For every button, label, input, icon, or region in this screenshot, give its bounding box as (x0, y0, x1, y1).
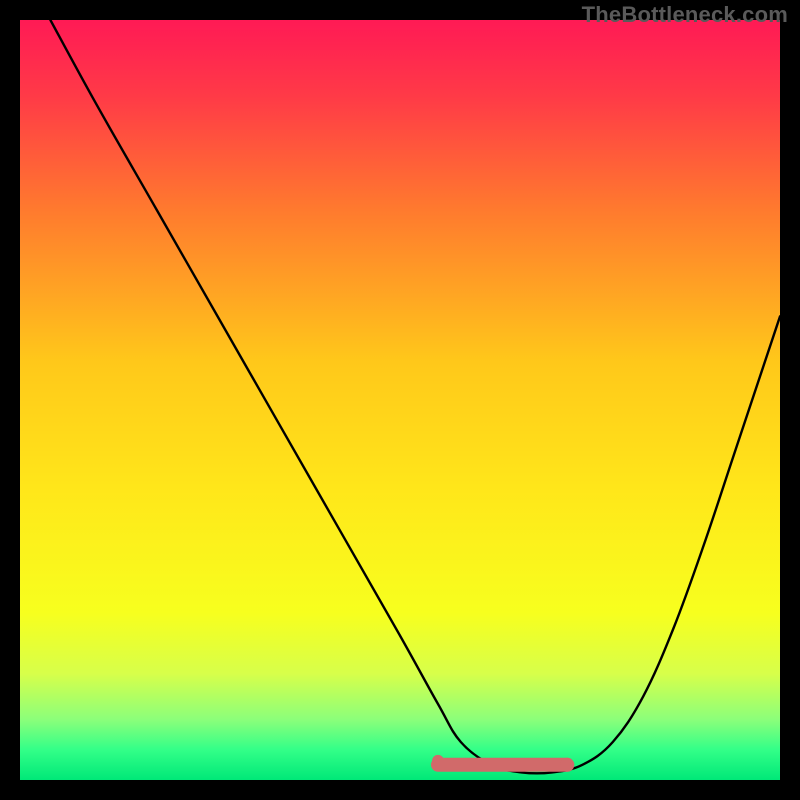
chart-container: TheBottleneck.com (0, 0, 800, 800)
watermark-text: TheBottleneck.com (582, 2, 788, 28)
chart-background (20, 20, 780, 780)
sweet-spot-end-marker (560, 758, 574, 772)
chart-svg (20, 20, 780, 780)
plot-area (20, 20, 780, 780)
sweet-spot-start-marker (432, 755, 444, 767)
